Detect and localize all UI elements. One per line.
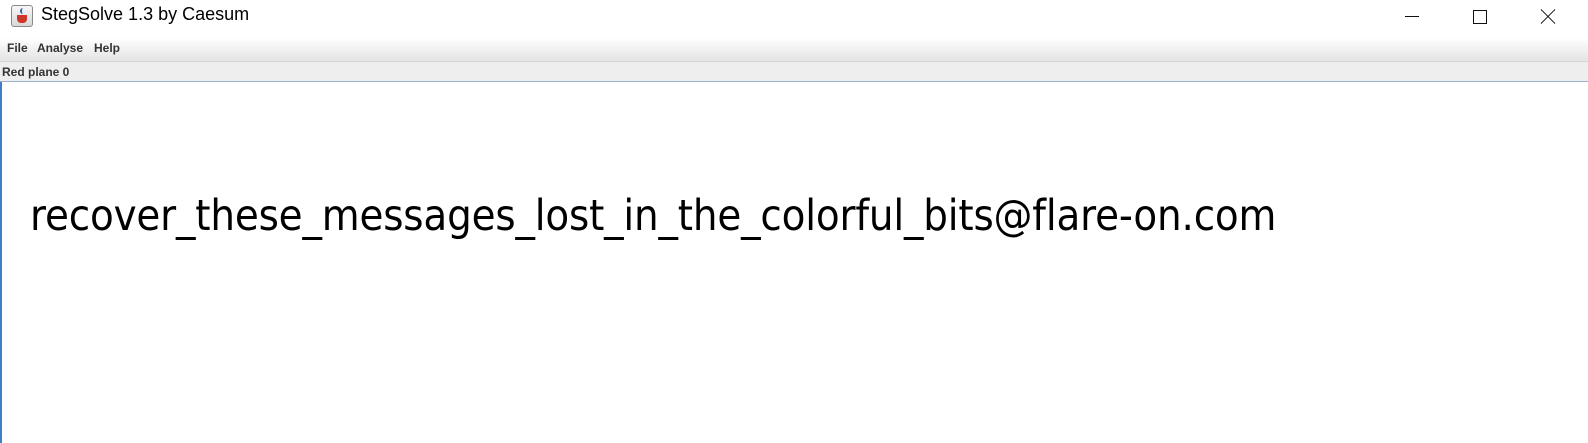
menu-analyse[interactable]: Analyse [37,41,83,55]
close-button[interactable] [1525,0,1571,33]
image-panel[interactable]: recover_these_messages_lost_in_the_color… [2,82,1566,443]
plane-label: Red plane 0 [2,65,70,79]
maximize-icon [1473,9,1487,24]
java-cup-icon[interactable] [11,5,33,27]
window-title: StegSolve 1.3 by Caesum [41,4,250,24]
maximize-button[interactable] [1457,0,1503,33]
plane-status-bar: Red plane 0 [0,62,1588,82]
menu-help[interactable]: Help [94,41,120,55]
title-bar[interactable]: StegSolve 1.3 by Caesum [0,0,1588,33]
menu-bar: File Analyse Help [0,38,1588,62]
minimize-button[interactable] [1389,0,1435,33]
close-icon [1540,9,1556,25]
minimize-icon [1405,16,1419,17]
panel-right-margin [1566,82,1588,443]
menu-file[interactable]: File [7,41,28,55]
image-hidden-message: recover_these_messages_lost_in_the_color… [30,191,1277,241]
stegsolve-window: StegSolve 1.3 by Caesum File Analyse Hel… [0,0,1588,443]
